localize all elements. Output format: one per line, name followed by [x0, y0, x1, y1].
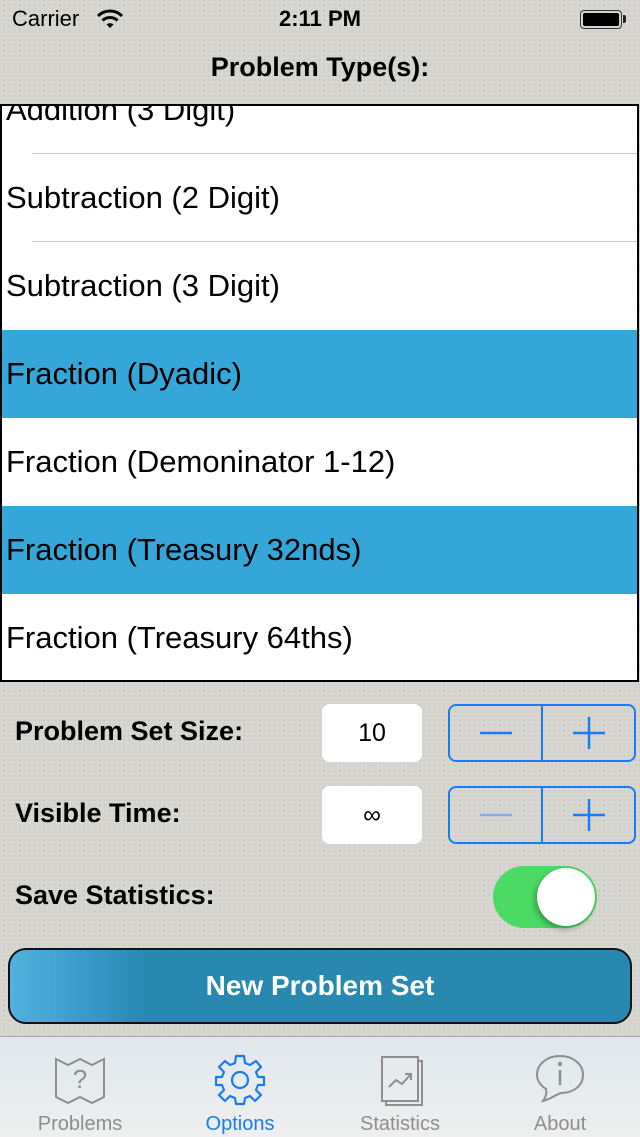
minus-icon [479, 813, 512, 817]
chart-document-icon [381, 1056, 423, 1106]
info-bubble-icon [535, 1054, 585, 1103]
battery-tip [623, 15, 626, 23]
problem-type-label: Addition (3 Digit) [6, 104, 236, 127]
tab-about[interactable]: About [480, 1037, 640, 1137]
problem-type-row[interactable]: Fraction (Dyadic) [2, 330, 637, 418]
problem-type-row[interactable]: Fraction (Treasury 64ths) [2, 594, 637, 680]
plus-icon [572, 717, 605, 749]
page-title: Problem Type(s): [210, 52, 430, 82]
problem-type-label: Subtraction (2 Digit) [6, 180, 280, 215]
problem-set-size-value: 10 [322, 704, 422, 762]
problem-type-row[interactable]: Fraction (Demoninator 1-12) [2, 418, 637, 506]
problem-type-label: Fraction (Demoninator 1-12) [6, 444, 396, 479]
tab-label: Problems [37, 1113, 123, 1135]
visible-time-value: ∞ [322, 786, 422, 844]
tab-options[interactable]: Options [160, 1037, 320, 1137]
problem-set-size-increment-button[interactable] [541, 706, 634, 760]
tab-label: Options [205, 1113, 275, 1135]
save-statistics-toggle[interactable] [493, 866, 597, 928]
visible-time-increment-button[interactable] [541, 788, 634, 842]
visible-time-stepper [448, 786, 636, 844]
problem-type-list[interactable]: Addition (3 Digit) Subtraction (2 Digit) S… [0, 104, 639, 682]
problem-type-label: Subtraction (3 Digit) [6, 268, 280, 303]
new-problem-set-button[interactable]: New Problem Set [8, 948, 632, 1024]
plus-icon [572, 799, 605, 831]
minus-icon [479, 731, 512, 735]
problem-set-size-label: Problem Set Size: [15, 716, 244, 746]
svg-text:?: ? [73, 1064, 87, 1094]
visible-time-label: Visible Time: [15, 798, 181, 828]
problem-type-label: Fraction (Dyadic) [6, 356, 242, 391]
problem-type-row[interactable]: Subtraction (3 Digit) [2, 242, 637, 330]
tab-bar: ? Problems Options Statistics About [0, 1036, 640, 1137]
tab-label: Statistics [359, 1113, 441, 1135]
tab-statistics[interactable]: Statistics [320, 1037, 480, 1137]
problem-type-row[interactable]: Fraction (Treasury 32nds) [2, 506, 637, 594]
tab-label: About [533, 1113, 587, 1135]
problem-type-row[interactable]: Subtraction (2 Digit) [2, 154, 637, 242]
toggle-knob [537, 868, 595, 926]
problem-type-row[interactable]: Addition (3 Digit) [2, 104, 637, 154]
problem-set-size-decrement-button[interactable] [450, 706, 541, 760]
battery-full-icon [580, 10, 622, 29]
visible-time-decrement-button[interactable] [450, 788, 541, 842]
gear-icon [214, 1054, 266, 1106]
map-question-icon: ? [55, 1057, 105, 1105]
problem-set-size-stepper [448, 704, 636, 762]
problem-type-label: Fraction (Treasury 64ths) [6, 620, 353, 655]
tab-problems[interactable]: ? Problems [0, 1037, 160, 1137]
save-statistics-label: Save Statistics: [15, 880, 215, 910]
status-time: 2:11 PM [279, 6, 361, 31]
problem-type-label: Fraction (Treasury 32nds) [6, 532, 362, 567]
